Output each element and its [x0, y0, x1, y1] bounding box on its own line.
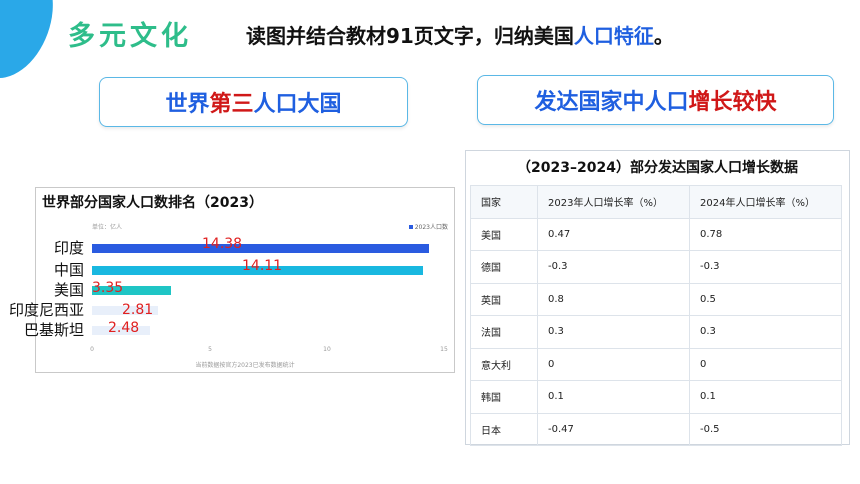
table-title: （2023–2024）部分发达国家人口增长数据 [517, 160, 798, 176]
table-header: 2023年人口增长率（%） [537, 185, 690, 219]
x-tick: 5 [208, 346, 212, 353]
rate-cell: 0.47 [537, 217, 690, 251]
table-row: 美国 0.47 0.78 [470, 217, 842, 251]
rate-cell: 0.1 [537, 380, 690, 414]
chart-legend: 2023人口数 [408, 222, 448, 231]
rate-cell: 0.3 [537, 315, 690, 349]
rate-cell: 0.8 [537, 282, 690, 316]
country-label: 印度尼西亚 [8, 301, 84, 319]
population-ranking-chart: 世界部分国家人口数排名（2023） 单位：亿人 2023人口数 印度 14.38 中… [9, 187, 455, 373]
x-tick: 15 [440, 346, 448, 353]
table-row: 意大利 0 0 [470, 347, 842, 381]
unit-label: 单位：亿人 [92, 224, 123, 231]
growth-table-card: （2023–2024）部分发达国家人口增长数据 国家 2023年人口增长率（%）… [465, 150, 850, 446]
country-cell: 德国 [470, 250, 538, 284]
country-label: 印度 [53, 239, 84, 257]
bar [92, 244, 430, 253]
rate-cell: 0.78 [689, 217, 842, 251]
table-row: 法国 0.3 0.3 [470, 315, 842, 349]
country-cell: 意大利 [470, 347, 538, 381]
table-header: 国家 [470, 185, 538, 219]
value-label: 14.11 [242, 258, 283, 274]
table-row: 韩国 0.1 0.1 [470, 380, 842, 414]
section-title: 多元文化 [68, 21, 192, 52]
rate-cell: -0.47 [537, 412, 690, 446]
x-tick: 10 [323, 346, 331, 353]
table-row: 英国 0.8 0.5 [470, 282, 842, 316]
rate-cell: 0.1 [689, 380, 842, 414]
value-label: 2.81 [122, 302, 154, 318]
country-cell: 英国 [470, 282, 538, 316]
rate-cell: 0.3 [689, 315, 842, 349]
country-label: 美国 [53, 281, 84, 299]
table-row: 德国 -0.3 -0.3 [470, 250, 842, 284]
instruction-text: 读图并结合教材91页文字，归纳美国人口特征。 [246, 24, 674, 48]
rate-cell: 0 [689, 347, 842, 381]
value-label: 14.38 [202, 236, 243, 252]
instruction-highlight: 人口特征 [573, 24, 654, 48]
rate-cell: -0.3 [537, 250, 690, 284]
value-label: 2.48 [108, 320, 140, 336]
country-cell: 美国 [470, 217, 538, 251]
chart-title: 世界部分国家人口数排名（2023） [42, 195, 263, 211]
country-cell: 日本 [470, 412, 538, 446]
rate-cell: 0.5 [689, 282, 842, 316]
x-tick: 0 [90, 346, 94, 353]
country-cell: 韩国 [470, 380, 538, 414]
rate-cell: 0 [537, 347, 690, 381]
decorative-blob [0, 0, 69, 91]
country-cell: 法国 [470, 315, 538, 349]
rate-cell: -0.3 [689, 250, 842, 284]
country-label: 巴基斯坦 [23, 321, 84, 339]
table-row: 日本 -0.47 -0.5 [470, 412, 842, 446]
growth-table: 国家 2023年人口增长率（%） 2024年人口增长率（%） 美国 0.47 0.7… [470, 185, 842, 446]
value-label: 3.35 [92, 280, 124, 296]
feature-pill-third-largest: 世界 第三 人口大国 [99, 77, 408, 127]
rate-cell: -0.5 [689, 412, 842, 446]
chart-note: 当前数据按官方2023已发布数据统计 [195, 362, 295, 369]
table-header: 2024年人口增长率（%） [689, 185, 842, 219]
feature-pill-fast-growth: 发达国家中人口 增长较快 [477, 75, 834, 125]
country-label: 中国 [53, 261, 84, 279]
